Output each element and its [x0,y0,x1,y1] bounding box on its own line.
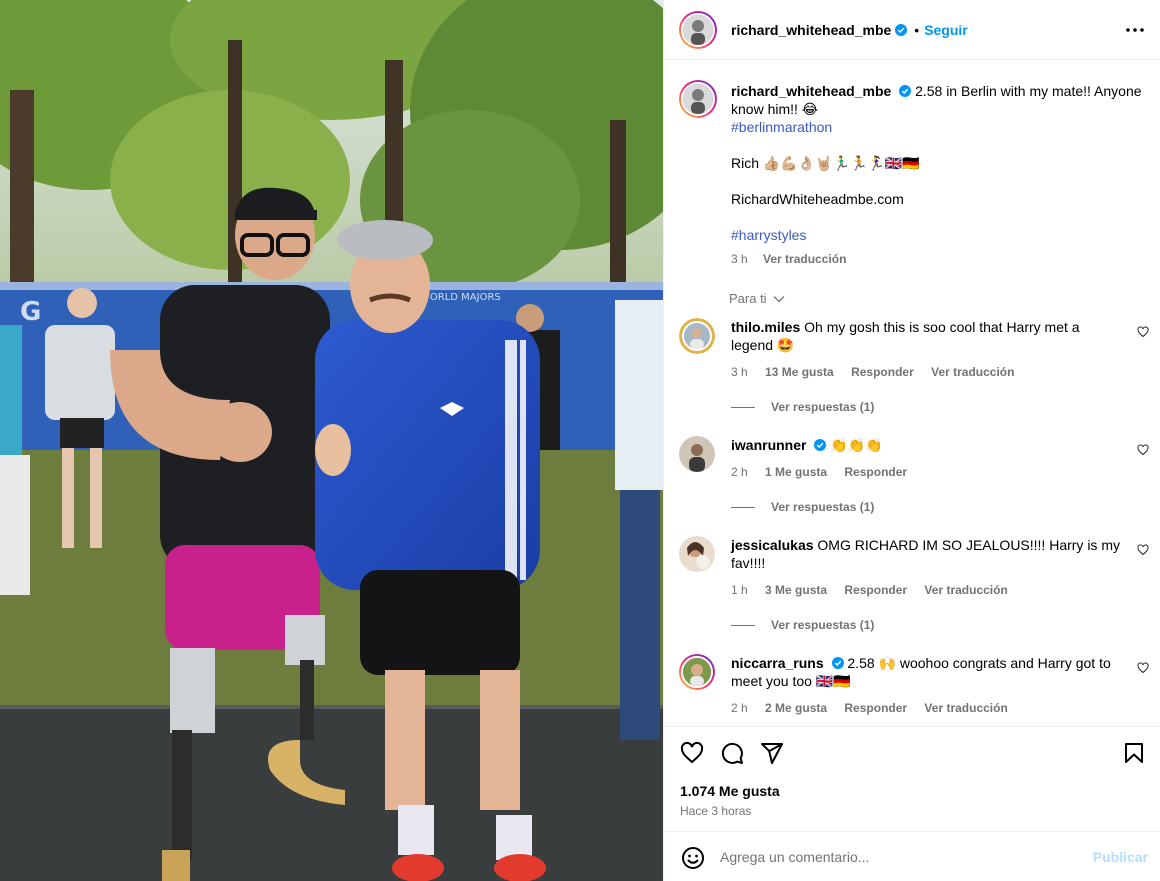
translate-button[interactable]: Ver traducción [763,252,846,266]
caption-author-avatar[interactable] [679,80,717,118]
caption-website: RichardWhiteheadmbe.com [731,191,904,207]
comment-meta: 3 h 13 Me gusta Responder Ver traducción [731,365,1028,379]
share-paper-plane-icon[interactable] [760,741,784,765]
view-replies-label: Ver respuestas (1) [771,400,875,414]
instagram-post: G WORLD MAJORS richard_whitehead_mbe • S… [0,0,1160,881]
comment-likes[interactable]: 3 Me gusta [765,583,827,597]
for-you-label: Para ti [729,291,767,306]
translate-button[interactable]: Ver traducción [931,365,1014,379]
view-replies-button[interactable]: Ver respuestas (1) [731,618,874,632]
caption-author[interactable]: richard_whitehead_mbe [731,83,891,99]
comment-bubble-icon[interactable] [720,741,744,765]
reply-button[interactable]: Responder [851,365,914,379]
publish-button[interactable]: Publicar [1093,849,1148,865]
avatar-image [679,536,715,572]
svg-text:G: G [20,297,41,327]
translate-button[interactable]: Ver traducción [924,701,1007,715]
replies-line [731,506,755,508]
post-timestamp[interactable]: Hace 3 horas [680,804,751,818]
reply-button[interactable]: Responder [844,583,907,597]
like-comment-heart-icon[interactable] [1137,544,1149,556]
translate-button[interactable]: Ver traducción [924,583,1007,597]
author-username[interactable]: richard_whitehead_mbe [731,22,891,38]
comment-time[interactable]: 2 h [731,465,748,479]
caption-text: richard_whitehead_mbe 2.58 in Berlin wit… [731,82,1151,268]
reply-button[interactable]: Responder [844,465,907,479]
hashtag-link[interactable]: #berlinmarathon [731,118,1151,136]
avatar-image [679,436,715,472]
like-heart-icon[interactable] [680,741,704,765]
comment-text: niccarra_runs 2.58 🙌 woohoo congrats and… [731,654,1121,690]
caption-signoff: Rich 👍🏼💪🏼👌🏼🤘🏼🏃‍♂️🏃🏃‍♀️🇬🇧🇩🇪 [731,155,920,171]
view-replies-button[interactable]: Ver respuestas (1) [731,400,874,414]
comment-username[interactable]: niccarra_runs [731,655,824,671]
comment-time[interactable]: 1 h [731,583,748,597]
caption-meta: 3 h Ver traducción [731,250,1151,268]
view-replies-button[interactable]: Ver respuestas (1) [731,500,874,514]
comment-text: thilo.miles Oh my gosh this is soo cool … [731,318,1121,354]
comment-input[interactable] [720,842,1080,872]
post-side-panel: richard_whitehead_mbe • Seguir richard_w… [663,0,1160,881]
avatar-image [683,84,713,114]
like-comment-heart-icon[interactable] [1137,326,1149,338]
avatar-image [683,14,713,45]
like-comment-heart-icon[interactable] [1137,444,1149,456]
author-avatar[interactable] [679,10,717,49]
for-you-sort[interactable]: Para ti [729,291,785,306]
commenter-avatar[interactable] [679,318,715,354]
comments-section[interactable]: richard_whitehead_mbe 2.58 in Berlin wit… [664,61,1160,726]
post-photo-illustration: G WORLD MAJORS [0,0,663,881]
commenter-avatar[interactable] [679,436,715,472]
hashtag-link[interactable]: #harrystyles [731,226,1151,244]
view-replies-label: Ver respuestas (1) [771,618,875,632]
comment-time[interactable]: 3 h [731,365,748,379]
more-options-icon[interactable] [1125,20,1145,40]
comment-time[interactable]: 2 h [731,701,748,715]
save-bookmark-icon[interactable] [1122,741,1146,765]
chevron-down-icon [773,296,785,303]
verified-badge-icon [814,439,827,451]
comment-likes[interactable]: 2 Me gusta [765,701,827,715]
comment-likes[interactable]: 13 Me gusta [765,365,834,379]
emoji-picker-icon[interactable] [681,846,705,870]
post-photo[interactable]: G WORLD MAJORS [0,0,663,881]
avatar-image [683,658,711,686]
comment-likes[interactable]: 1 Me gusta [765,465,827,479]
commenter-avatar[interactable] [679,654,715,690]
follow-button[interactable]: Seguir [924,22,968,38]
like-comment-heart-icon[interactable] [1137,662,1149,674]
verified-badge-icon [899,85,912,97]
replies-line [731,406,755,408]
comment-username[interactable]: thilo.miles [731,319,800,335]
caption-time[interactable]: 3 h [731,252,748,266]
comment-username[interactable]: iwanrunner [731,437,806,453]
replies-line [731,624,755,626]
comment-username[interactable]: jessicalukas [731,537,814,553]
separator-dot: • [914,21,920,38]
post-header: richard_whitehead_mbe • Seguir [664,0,1160,60]
comment-meta: 2 h 1 Me gusta Responder [731,465,921,479]
commenter-avatar[interactable] [679,536,715,572]
post-actions: 1.074 Me gusta Hace 3 horas [664,726,1160,830]
comment-composer: Publicar [664,831,1160,881]
reply-button[interactable]: Responder [844,701,907,715]
likes-count[interactable]: 1.074 Me gusta [680,783,780,799]
avatar-image [679,318,715,354]
comment-meta: 2 h 2 Me gusta Responder Ver traducción [731,701,1022,715]
svg-text:WORLD MAJORS: WORLD MAJORS [420,292,501,303]
view-replies-label: Ver respuestas (1) [771,500,875,514]
comment-text: jessicalukas OMG RICHARD IM SO JEALOUS!!… [731,536,1121,572]
verified-badge-icon [895,23,908,36]
verified-badge-icon [831,657,844,669]
comment-body: 👏👏👏 [830,437,883,453]
comment-text: iwanrunner 👏👏👏 [731,436,1121,454]
comment-meta: 1 h 3 Me gusta Responder Ver traducción [731,583,1022,597]
